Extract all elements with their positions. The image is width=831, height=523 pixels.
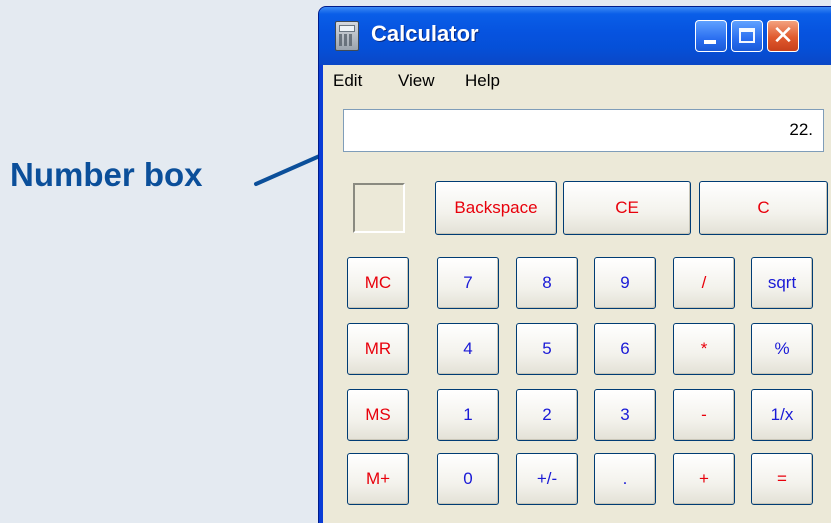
maximize-button[interactable] — [731, 20, 763, 52]
window-title: Calculator — [371, 21, 479, 46]
digit-4-button[interactable]: 4 — [437, 323, 499, 375]
maximize-icon — [739, 28, 755, 43]
digit-9-button[interactable]: 9 — [594, 257, 656, 309]
menu-help[interactable]: Help — [465, 71, 500, 91]
number-box[interactable]: 22. — [343, 109, 824, 152]
digit-8-button[interactable]: 8 — [516, 257, 578, 309]
digit-7-button[interactable]: 7 — [437, 257, 499, 309]
menu-view[interactable]: View — [398, 71, 435, 91]
minimize-button[interactable] — [695, 20, 727, 52]
m-plus-button[interactable]: M+ — [347, 453, 409, 505]
decimal-button[interactable]: . — [594, 453, 656, 505]
reciprocal-button[interactable]: 1/x — [751, 389, 813, 441]
plus-button[interactable]: + — [673, 453, 735, 505]
close-button[interactable]: ✕ — [767, 20, 799, 52]
ms-button[interactable]: MS — [347, 389, 409, 441]
menu-edit[interactable]: Edit — [333, 71, 362, 91]
digit-3-button[interactable]: 3 — [594, 389, 656, 441]
digit-5-button[interactable]: 5 — [516, 323, 578, 375]
backspace-button[interactable]: Backspace — [435, 181, 557, 235]
digit-6-button[interactable]: 6 — [594, 323, 656, 375]
clear-button[interactable]: C — [699, 181, 828, 235]
ce-button[interactable]: CE — [563, 181, 691, 235]
digit-0-button[interactable]: 0 — [437, 453, 499, 505]
close-icon: ✕ — [772, 21, 794, 51]
divide-button[interactable]: / — [673, 257, 735, 309]
calculator-icon — [335, 21, 359, 51]
mr-button[interactable]: MR — [347, 323, 409, 375]
multiply-button[interactable]: * — [673, 323, 735, 375]
minus-button[interactable]: - — [673, 389, 735, 441]
percent-button[interactable]: % — [751, 323, 813, 375]
menu-bar: Edit View Help — [323, 65, 831, 95]
title-bar[interactable]: Calculator ✕ — [319, 7, 831, 65]
calculator-window: Calculator ✕ Edit View Help 22. Backspac… — [318, 6, 831, 523]
digit-1-button[interactable]: 1 — [437, 389, 499, 441]
minimize-icon — [704, 40, 716, 44]
equals-button[interactable]: = — [751, 453, 813, 505]
mc-button[interactable]: MC — [347, 257, 409, 309]
digit-2-button[interactable]: 2 — [516, 389, 578, 441]
sqrt-button[interactable]: sqrt — [751, 257, 813, 309]
plus-minus-button[interactable]: +/- — [516, 453, 578, 505]
memory-indicator — [353, 183, 405, 233]
calculator-body: Edit View Help 22. Backspace CE C MC MR … — [323, 65, 831, 523]
